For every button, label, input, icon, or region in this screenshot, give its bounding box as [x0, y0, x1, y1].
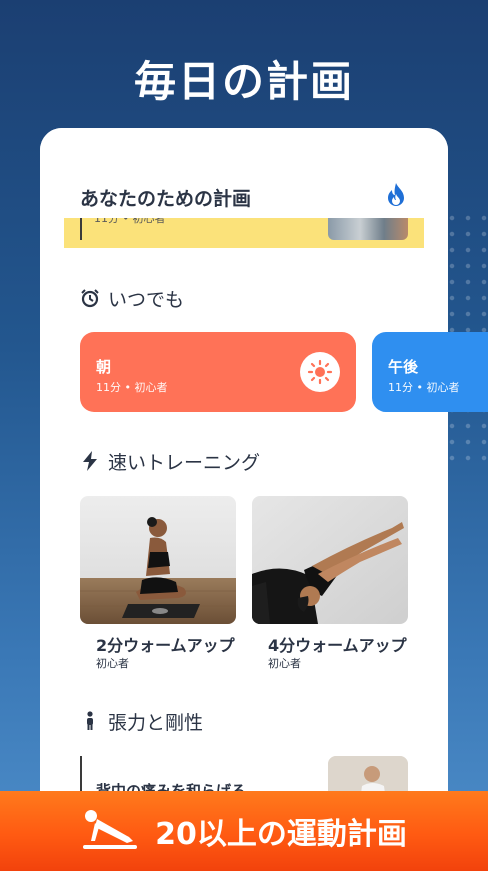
section-tension-label: 張力と剛性: [108, 711, 204, 734]
morning-tile-meta: 11分 • 初心者: [96, 381, 168, 394]
sun-icon: [300, 352, 340, 392]
plan-banner[interactable]: 11分 • 初心者: [64, 218, 424, 248]
warmup-4min-level: 初心者: [268, 657, 301, 670]
section-tension-header: 張力と剛性: [80, 708, 203, 734]
warmup-4min-photo[interactable]: [252, 496, 408, 624]
plan-title: あなたのための計画: [80, 188, 252, 210]
banner-divider: [80, 218, 82, 240]
page-headline: 毎日の計画: [133, 57, 354, 106]
section-quick-label: 速いトレーニング: [108, 451, 261, 474]
card-header: あなたのための計画: [40, 128, 448, 218]
flame-icon[interactable]: [385, 182, 407, 208]
promo-footer-banner: 20以上の運動計画: [0, 791, 488, 871]
warmup-2min-level: 初心者: [96, 657, 129, 670]
alarm-clock-icon: [80, 288, 100, 308]
warmup-2min-photo[interactable]: [80, 496, 236, 624]
banner-meta: 11分 • 初心者: [94, 218, 166, 225]
pushup-icon: [81, 807, 139, 855]
body-icon: [80, 711, 100, 731]
section-anytime-header: いつでも: [80, 285, 184, 311]
warmup-4min-title: 4分ウォームアップ: [268, 636, 407, 655]
section-anytime-label: いつでも: [108, 288, 185, 311]
afternoon-tile[interactable]: 午後 11分 • 初心者: [372, 332, 488, 412]
lightning-icon: [80, 451, 100, 471]
morning-tile[interactable]: 朝 11分 • 初心者: [80, 332, 356, 412]
warmup-2min-title: 2分ウォームアップ: [96, 636, 235, 655]
morning-tile-name: 朝: [96, 358, 112, 376]
section-quick-header: 速いトレーニング: [80, 448, 260, 474]
afternoon-tile-name: 午後: [388, 358, 419, 376]
phone-screen-card[interactable]: あなたのための計画 11分 • 初心者 いつでも 朝 11分 • 初心者 速いト…: [40, 128, 448, 848]
banner-thumbnail: [328, 218, 408, 240]
afternoon-tile-meta: 11分 • 初心者: [388, 381, 460, 394]
promo-footer-text: 20以上の運動計画: [155, 817, 407, 852]
